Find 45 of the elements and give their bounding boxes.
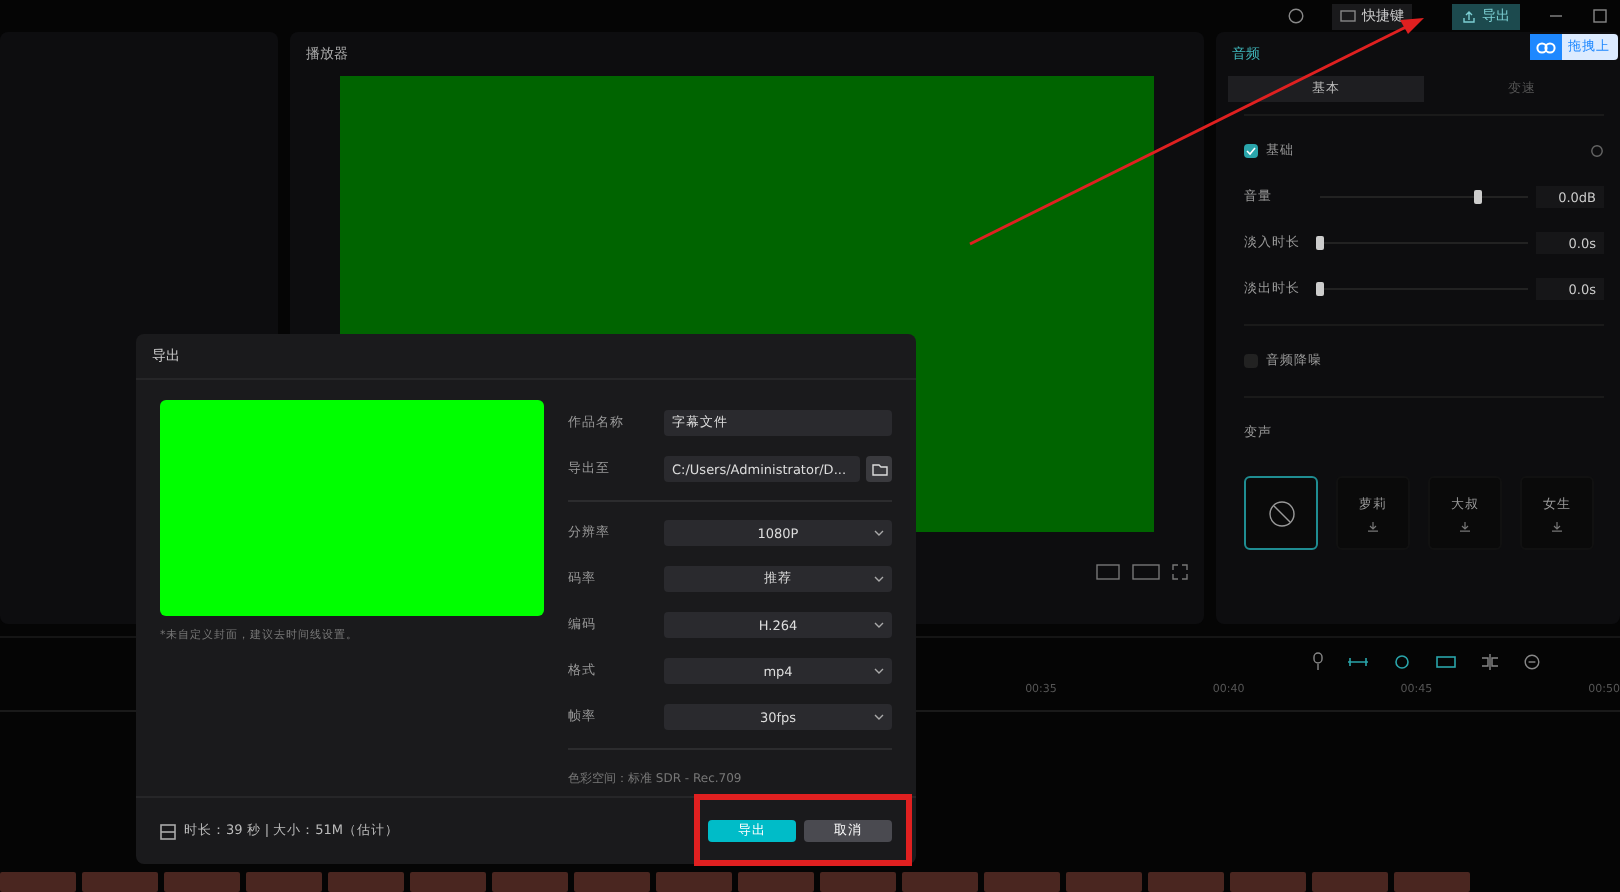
subtitle-clip[interactable] (984, 872, 1060, 892)
link-icon[interactable] (1348, 655, 1368, 667)
subtitle-clip[interactable] (820, 872, 896, 892)
subtitle-clip[interactable] (1148, 872, 1224, 892)
subtitle-clip[interactable] (1394, 872, 1470, 892)
zoom-out-icon[interactable] (1524, 653, 1540, 669)
subtitle-clip[interactable] (410, 872, 486, 892)
download-icon (1552, 521, 1562, 531)
chevron-icon (874, 714, 884, 720)
aspect-ratio-icon[interactable] (1132, 564, 1160, 580)
slider-thumb[interactable] (1474, 190, 1483, 204)
subtitle-clip[interactable] (738, 872, 814, 892)
slider-thumb[interactable] (1316, 236, 1324, 250)
download-icon (1460, 521, 1470, 531)
subtitle-clip[interactable] (0, 872, 76, 892)
maximize-icon[interactable] (1592, 8, 1608, 24)
subtitle-clip[interactable] (164, 872, 240, 892)
fullscreen-icon[interactable] (1172, 564, 1188, 580)
none-icon (1267, 499, 1295, 527)
subtitle-clip[interactable] (1312, 872, 1388, 892)
voice-option[interactable] (1244, 476, 1318, 550)
subtitle-clip[interactable] (492, 872, 568, 892)
chevron-icon (874, 530, 884, 536)
subtitle-clip[interactable] (1230, 872, 1306, 892)
keyboard-icon (1340, 10, 1356, 22)
download-icon (1368, 521, 1378, 531)
chevron-icon (874, 576, 884, 582)
checkbox[interactable] (1244, 144, 1258, 158)
subtitle-clip[interactable] (328, 872, 404, 892)
slider-thumb[interactable] (1316, 282, 1324, 296)
folder-button[interactable] (866, 456, 892, 482)
subtitle-clip[interactable] (1066, 872, 1142, 892)
subtitle-clip[interactable] (902, 872, 978, 892)
chevron-icon (874, 622, 884, 628)
film-icon (160, 823, 176, 839)
chevron-icon (874, 668, 884, 674)
microphone-icon[interactable] (1312, 652, 1324, 670)
subtitle-clip[interactable] (246, 872, 322, 892)
subtitle-clip[interactable] (574, 872, 650, 892)
upload-icon (1462, 9, 1476, 23)
folder-icon (871, 463, 887, 475)
split-icon[interactable] (1480, 653, 1500, 669)
subtitle-clip[interactable] (656, 872, 732, 892)
subtitle-clip[interactable] (82, 872, 158, 892)
cloud-icon (1530, 34, 1562, 60)
